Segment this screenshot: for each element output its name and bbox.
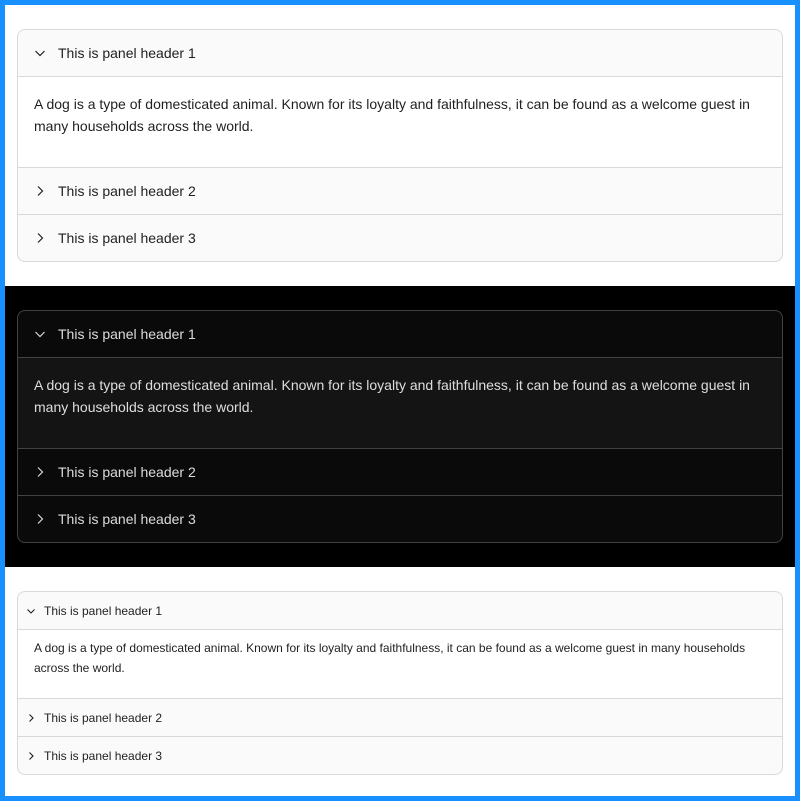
panel-content-text: A dog is a type of domesticated animal. … [34,641,746,675]
panel-header-2[interactable]: This is panel header 2 [18,699,782,736]
collapse-accordion: This is panel header 1 A dog is a type o… [17,29,783,262]
collapse-panel-2: This is panel header 2 [18,167,782,214]
panel-header-1[interactable]: This is panel header 1 [18,311,782,357]
collapse-panel-3: This is panel header 3 [18,495,782,542]
collapse-panel-1: This is panel header 1 A dog is a type o… [18,311,782,448]
collapse-panel-1: This is panel header 1 A dog is a type o… [18,592,782,698]
collapse-panel-2: This is panel header 2 [18,448,782,495]
panel-header-label: This is panel header 1 [58,45,196,61]
collapse-panel-3: This is panel header 3 [18,214,782,261]
panel-header-1[interactable]: This is panel header 1 [18,30,782,76]
chevron-right-icon [34,466,46,478]
chevron-down-icon [34,47,46,59]
small-collapse-section: This is panel header 1 A dog is a type o… [5,567,795,796]
collapse-panel-3: This is panel header 3 [18,736,782,774]
panel-header-label: This is panel header 3 [58,230,196,246]
chevron-right-icon [26,713,36,723]
panel-content-text: A dog is a type of domesticated animal. … [34,377,750,415]
dark-collapse-section: This is panel header 1 A dog is a type o… [5,286,795,567]
panel-content-text: A dog is a type of domesticated animal. … [34,96,750,134]
panel-header-1[interactable]: This is panel header 1 [18,592,782,629]
panel-header-label: This is panel header 2 [58,183,196,199]
panel-header-3[interactable]: This is panel header 3 [18,496,782,542]
collapse-accordion: This is panel header 1 A dog is a type o… [17,310,783,543]
chevron-right-icon [26,751,36,761]
collapse-panel-2: This is panel header 2 [18,698,782,736]
chevron-right-icon [34,232,46,244]
panel-header-3[interactable]: This is panel header 3 [18,737,782,774]
chevron-right-icon [34,513,46,525]
chevron-down-icon [26,606,36,616]
panel-content: A dog is a type of domesticated animal. … [18,76,782,167]
light-collapse-section: This is panel header 1 A dog is a type o… [5,5,795,286]
panel-header-label: This is panel header 3 [58,511,196,527]
collapse-accordion: This is panel header 1 A dog is a type o… [17,591,783,775]
collapse-panel-1: This is panel header 1 A dog is a type o… [18,30,782,167]
panel-header-3[interactable]: This is panel header 3 [18,215,782,261]
panel-header-label: This is panel header 2 [44,710,163,725]
panel-content: A dog is a type of domesticated animal. … [18,357,782,448]
panel-header-label: This is panel header 1 [58,326,196,342]
panel-header-2[interactable]: This is panel header 2 [18,168,782,214]
panel-header-label: This is panel header 3 [44,748,163,763]
chevron-right-icon [34,185,46,197]
panel-header-label: This is panel header 1 [44,603,163,618]
chevron-down-icon [34,328,46,340]
panel-content: A dog is a type of domesticated animal. … [18,629,782,698]
panel-header-label: This is panel header 2 [58,464,196,480]
demo-frame: This is panel header 1 A dog is a type o… [5,5,795,796]
panel-header-2[interactable]: This is panel header 2 [18,449,782,495]
